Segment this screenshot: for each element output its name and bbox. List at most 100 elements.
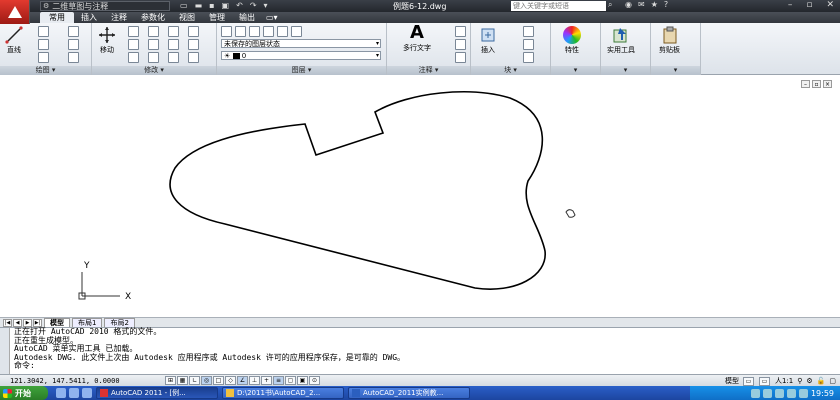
layer-properties-icon[interactable] xyxy=(221,26,232,37)
taskbar-item-autocad[interactable]: AutoCAD 2011 - [例... xyxy=(96,387,218,399)
arc-icon[interactable] xyxy=(38,52,49,63)
prev-layout-icon[interactable]: ◀ xyxy=(13,318,22,327)
qat-dropdown-icon[interactable]: ▾ xyxy=(264,1,268,10)
tray-icon[interactable] xyxy=(774,388,784,398)
quick-view-layouts-icon[interactable]: ▭ xyxy=(742,376,754,386)
help-icon[interactable]: ? xyxy=(664,0,668,9)
panel-modify-title[interactable]: 修改 ▾ xyxy=(92,66,216,75)
ortho-toggle[interactable]: ∟ xyxy=(189,376,200,385)
drawing-outline[interactable] xyxy=(169,91,546,290)
tpy-toggle[interactable]: ▢ xyxy=(285,376,296,385)
insert-block-button[interactable]: 插入 xyxy=(479,26,497,55)
save-icon[interactable]: ▪ xyxy=(209,1,214,10)
lock-icon[interactable]: 🔓 xyxy=(817,377,826,385)
drawing-canvas[interactable]: – ▫ × Y X xyxy=(0,76,840,317)
last-layout-icon[interactable]: ▶| xyxy=(33,318,42,327)
subscription-icon[interactable]: ◉ xyxy=(625,0,632,9)
stretch-icon[interactable] xyxy=(128,52,139,63)
explode-icon[interactable] xyxy=(188,26,199,37)
table-icon[interactable] xyxy=(68,52,79,63)
new-icon[interactable]: ▭ xyxy=(180,1,188,10)
polar-toggle[interactable]: ◎ xyxy=(201,376,212,385)
panel-draw-title[interactable]: 绘图 ▾ xyxy=(0,66,91,75)
tray-icon[interactable] xyxy=(750,388,760,398)
mtext-button[interactable]: A 多行文字 xyxy=(403,24,431,53)
layer-isolate-icon[interactable] xyxy=(249,26,260,37)
move-button[interactable]: 移动 xyxy=(98,26,116,55)
application-menu-button[interactable] xyxy=(0,0,30,24)
offset-icon[interactable] xyxy=(188,39,199,50)
circle-icon[interactable] xyxy=(38,39,49,50)
layer-lock-icon[interactable] xyxy=(277,26,288,37)
tab-insert[interactable]: 插入 xyxy=(74,12,104,23)
tab-layout1[interactable]: 布局1 xyxy=(72,318,103,327)
grid-toggle[interactable]: ▦ xyxy=(177,376,188,385)
edit-block-icon[interactable] xyxy=(523,39,534,50)
attribute-icon[interactable] xyxy=(523,52,534,63)
properties-button[interactable]: 特性 xyxy=(563,26,581,55)
panel-block-title[interactable]: 块 ▾ xyxy=(471,66,550,75)
maximize-icon[interactable]: ▫ xyxy=(806,0,812,10)
workspace-selector[interactable]: ⚙ 二维草图与注释 xyxy=(40,1,170,11)
rotate-icon[interactable] xyxy=(128,26,139,37)
clean-screen-icon[interactable]: ▢ xyxy=(829,377,836,385)
lwt-toggle[interactable]: ≡ xyxy=(273,376,284,385)
otrack-toggle[interactable]: ∠ xyxy=(237,376,248,385)
tray-icon[interactable] xyxy=(762,388,772,398)
start-button[interactable]: 开始 xyxy=(0,386,48,400)
plot-icon[interactable]: ▣ xyxy=(222,1,230,10)
layer-match-icon[interactable] xyxy=(291,26,302,37)
hatch-icon[interactable] xyxy=(68,39,79,50)
line-button[interactable]: 直线 xyxy=(5,26,23,55)
annotation-visibility-icon[interactable]: ⚲ xyxy=(797,377,802,385)
snap-toggle[interactable]: ⊞ xyxy=(165,376,176,385)
panel-layers-title[interactable]: 图层 ▾ xyxy=(217,66,386,75)
taskbar-item-document[interactable]: AutoCAD_2011实例教... xyxy=(348,387,470,399)
tray-icon[interactable] xyxy=(798,388,808,398)
quicklaunch-icon[interactable] xyxy=(69,388,79,398)
annotation-table-icon[interactable] xyxy=(455,52,466,63)
open-icon[interactable]: ▬ xyxy=(195,1,203,10)
tab-view[interactable]: 视图 xyxy=(172,12,202,23)
quick-view-drawings-icon[interactable]: ▭ xyxy=(758,376,770,386)
array-icon[interactable] xyxy=(168,52,179,63)
model-space-button[interactable]: 模型 xyxy=(725,376,739,386)
quicklaunch-icon[interactable] xyxy=(82,388,92,398)
taskbar-item-folder[interactable]: D:\2011书\AutoCAD_2... xyxy=(222,387,344,399)
utilities-button[interactable]: 实用工具 xyxy=(607,26,635,55)
polyline-icon[interactable] xyxy=(38,26,49,37)
panel-utilities-foot[interactable]: ▾ xyxy=(601,66,650,75)
mirror-icon[interactable] xyxy=(148,39,159,50)
fillet-icon[interactable] xyxy=(168,39,179,50)
minimize-icon[interactable]: – xyxy=(788,0,793,10)
layer-previous-icon[interactable] xyxy=(235,26,246,37)
copy-icon[interactable] xyxy=(128,39,139,50)
tab-model[interactable]: 模型 xyxy=(44,318,70,327)
tab-output[interactable]: 输出 xyxy=(232,12,262,23)
panel-properties-foot[interactable]: ▾ xyxy=(551,66,600,75)
tab-layout2[interactable]: 布局2 xyxy=(104,318,135,327)
sc-toggle[interactable]: ⊙ xyxy=(309,376,320,385)
tab-manage[interactable]: 管理 xyxy=(202,12,232,23)
tab-parametric[interactable]: 参数化 xyxy=(134,12,172,23)
quicklaunch-icon[interactable] xyxy=(56,388,66,398)
clipboard-button[interactable]: 剪贴板 xyxy=(659,26,680,55)
break-icon[interactable] xyxy=(188,52,199,63)
search-input[interactable]: 键入关键字或短语 xyxy=(511,1,606,11)
panel-annotation-title[interactable]: 注释 ▾ xyxy=(387,66,470,75)
first-layout-icon[interactable]: |◀ xyxy=(3,318,12,327)
favorites-icon[interactable]: ★ xyxy=(651,0,658,9)
tab-home[interactable]: 常用 xyxy=(40,12,74,23)
3dosnap-toggle[interactable]: ◇ xyxy=(225,376,236,385)
tray-icon[interactable] xyxy=(786,388,796,398)
workspace-switch-icon[interactable]: ⚙ xyxy=(806,377,812,385)
osnap-toggle[interactable]: □ xyxy=(213,376,224,385)
next-layout-icon[interactable]: ▶ xyxy=(23,318,32,327)
panel-clipboard-foot[interactable]: ▾ xyxy=(651,66,700,75)
dyn-toggle[interactable]: + xyxy=(261,376,272,385)
search-icon[interactable]: ⌕ xyxy=(608,0,612,10)
tab-annotate[interactable]: 注释 xyxy=(104,12,134,23)
layer-freeze-icon[interactable] xyxy=(263,26,274,37)
communication-icon[interactable]: ✉ xyxy=(638,0,645,9)
qp-toggle[interactable]: ▣ xyxy=(297,376,308,385)
